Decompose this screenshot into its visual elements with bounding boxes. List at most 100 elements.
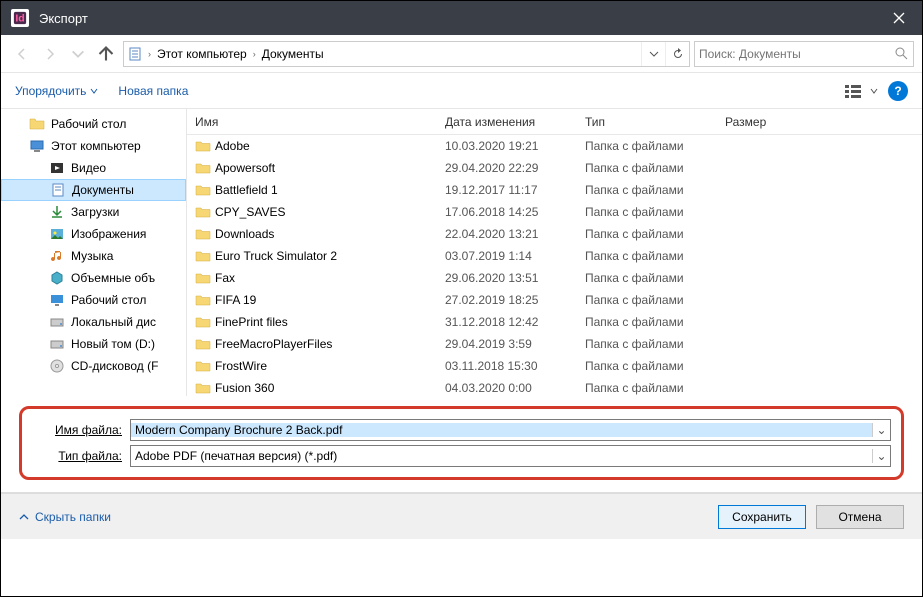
row-date: 29.06.2020 13:51 <box>445 271 585 285</box>
sidebar-item[interactable]: Объемные объ <box>1 267 186 289</box>
row-name: FIFA 19 <box>215 293 445 307</box>
row-type: Папка с файлами <box>585 205 725 219</box>
sidebar-item-label: Рабочий стол <box>51 117 126 131</box>
folder-icon <box>195 182 215 198</box>
filename-dropdown[interactable]: ⌄ <box>872 423 890 437</box>
nav-row: › Этот компьютер › Документы <box>1 35 922 73</box>
desktop-icon <box>49 292 65 308</box>
filename-input[interactable]: Modern Company Brochure 2 Back.pdf ⌄ <box>130 419 891 441</box>
filetype-dropdown[interactable]: ⌄ <box>872 449 890 463</box>
row-name: Euro Truck Simulator 2 <box>215 249 445 263</box>
sidebar-item[interactable]: Новый том (D:) <box>1 333 186 355</box>
3d-icon <box>49 270 65 286</box>
list-row[interactable]: Adobe10.03.2020 19:21Папка с файлами <box>187 135 922 157</box>
sidebar-item[interactable]: Музыка <box>1 245 186 267</box>
search-input[interactable] <box>695 47 889 61</box>
new-folder-button[interactable]: Новая папка <box>118 84 188 98</box>
sidebar-item[interactable]: CD-дисковод (F <box>1 355 186 377</box>
row-date: 17.06.2018 14:25 <box>445 205 585 219</box>
row-date: 03.07.2019 1:14 <box>445 249 585 263</box>
list-row[interactable]: FinePrint files31.12.2018 12:42Папка с ф… <box>187 311 922 333</box>
chevron-up-icon <box>19 512 29 522</box>
list-row[interactable]: FreeMacroPlayerFiles29.04.2019 3:59Папка… <box>187 333 922 355</box>
row-type: Папка с файлами <box>585 249 725 263</box>
column-headers: Имя Дата изменения Тип Размер <box>187 109 922 135</box>
row-date: 27.02.2019 18:25 <box>445 293 585 307</box>
cancel-label: Отмена <box>838 510 881 524</box>
row-date: 31.12.2018 12:42 <box>445 315 585 329</box>
list-row[interactable]: Fusion 36004.03.2020 0:00Папка с файлами <box>187 377 922 396</box>
sidebar-item-label: Этот компьютер <box>51 139 141 153</box>
crumb-root[interactable]: Этот компьютер <box>153 42 251 66</box>
row-date: 29.04.2019 3:59 <box>445 337 585 351</box>
col-size[interactable]: Размер <box>725 115 815 129</box>
addr-dropdown[interactable] <box>641 42 665 66</box>
search-box[interactable] <box>694 41 914 67</box>
recent-dropdown[interactable] <box>65 41 91 67</box>
filetype-value: Adobe PDF (печатная версия) (*.pdf) <box>131 449 872 463</box>
sidebar-item[interactable]: Документы <box>1 179 186 201</box>
save-button[interactable]: Сохранить <box>718 505 806 529</box>
list-row[interactable]: Battlefield 119.12.2017 11:17Папка с фай… <box>187 179 922 201</box>
list-row[interactable]: Downloads22.04.2020 13:21Папка с файлами <box>187 223 922 245</box>
folder-icon <box>195 270 215 286</box>
hide-folders-label: Скрыть папки <box>35 510 111 524</box>
back-button[interactable] <box>9 41 35 67</box>
close-button[interactable] <box>876 1 922 35</box>
pc-icon <box>29 138 45 154</box>
folder-icon <box>195 138 215 154</box>
help-button[interactable]: ? <box>888 81 908 101</box>
sidebar-item[interactable]: Изображения <box>1 223 186 245</box>
forward-button[interactable] <box>37 41 63 67</box>
chevron-down-icon <box>90 87 98 95</box>
list-row[interactable]: Apowersoft29.04.2020 22:29Папка с файлам… <box>187 157 922 179</box>
filename-value: Modern Company Brochure 2 Back.pdf <box>131 423 872 437</box>
svg-text:Id: Id <box>15 13 24 25</box>
filename-label: Имя файла: <box>32 423 122 437</box>
fields-highlight: Имя файла: Modern Company Brochure 2 Bac… <box>19 406 904 480</box>
window-title: Экспорт <box>39 11 876 26</box>
crumb-folder[interactable]: Документы <box>258 42 328 66</box>
cancel-button[interactable]: Отмена <box>816 505 904 529</box>
hide-folders-button[interactable]: Скрыть папки <box>19 510 111 524</box>
sidebar-item[interactable]: Рабочий стол <box>1 113 186 135</box>
col-name[interactable]: Имя <box>195 115 445 129</box>
sidebar-item-label: Новый том (D:) <box>71 337 155 351</box>
list-row[interactable]: Fax29.06.2020 13:51Папка с файлами <box>187 267 922 289</box>
chevron-right-icon: › <box>251 49 258 59</box>
folder-icon <box>195 292 215 308</box>
filetype-select[interactable]: Adobe PDF (печатная версия) (*.pdf) ⌄ <box>130 445 891 467</box>
list-row[interactable]: CPY_SAVES17.06.2018 14:25Папка с файлами <box>187 201 922 223</box>
disk-icon <box>49 336 65 352</box>
organize-button[interactable]: Упорядочить <box>15 84 98 98</box>
list-row[interactable]: Euro Truck Simulator 203.07.2019 1:14Пап… <box>187 245 922 267</box>
up-button[interactable] <box>93 41 119 67</box>
sidebar-item[interactable]: Локальный дис <box>1 311 186 333</box>
folder-icon <box>195 380 215 396</box>
sidebar-item-label: Видео <box>71 161 106 175</box>
row-type: Папка с файлами <box>585 227 725 241</box>
list-row[interactable]: FrostWire03.11.2018 15:30Папка с файлами <box>187 355 922 377</box>
chevron-right-icon: › <box>146 49 153 59</box>
row-type: Папка с файлами <box>585 293 725 307</box>
sidebar-item-label: CD-дисковод (F <box>71 359 158 373</box>
row-name: Fusion 360 <box>215 381 445 395</box>
refresh-button[interactable] <box>665 42 689 66</box>
sidebar-item[interactable]: Рабочий стол <box>1 289 186 311</box>
toolbar: Упорядочить Новая папка ? <box>1 73 922 109</box>
download-icon <box>49 204 65 220</box>
sidebar-item[interactable]: Этот компьютер <box>1 135 186 157</box>
col-type[interactable]: Тип <box>585 115 725 129</box>
sidebar-item[interactable]: Загрузки <box>1 201 186 223</box>
sidebar-item-label: Документы <box>72 183 134 197</box>
list-row[interactable]: FIFA 1927.02.2019 18:25Папка с файлами <box>187 289 922 311</box>
address-bar[interactable]: › Этот компьютер › Документы <box>123 41 690 67</box>
image-icon <box>49 226 65 242</box>
col-date[interactable]: Дата изменения <box>445 115 585 129</box>
row-type: Папка с файлами <box>585 183 725 197</box>
folder-icon <box>195 248 215 264</box>
row-name: FreeMacroPlayerFiles <box>215 337 445 351</box>
view-mode-button[interactable] <box>845 84 878 98</box>
sidebar-item-label: Рабочий стол <box>71 293 146 307</box>
sidebar-item[interactable]: Видео <box>1 157 186 179</box>
